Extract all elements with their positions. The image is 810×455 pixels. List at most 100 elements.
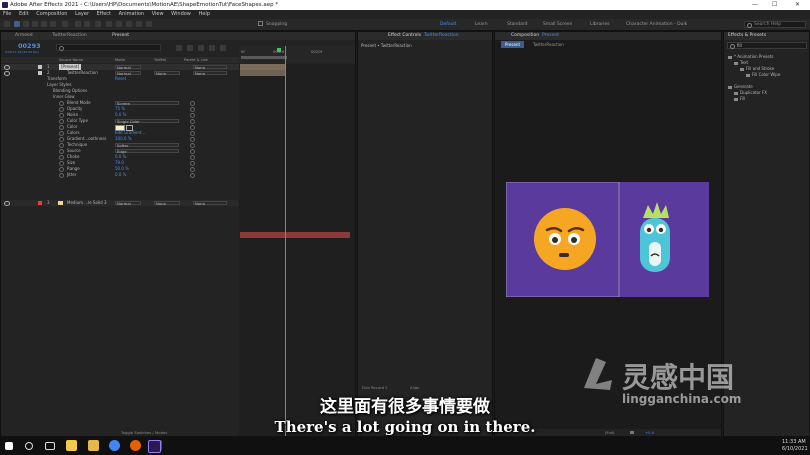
tab-twitterreaction[interactable]: TwitterReaction xyxy=(52,33,87,38)
eraser-tool-icon[interactable] xyxy=(126,21,132,27)
pickwhip-icon[interactable] xyxy=(190,124,195,130)
clone-stamp-tool-icon[interactable] xyxy=(116,21,122,27)
col-mode[interactable]: Mode xyxy=(115,57,125,63)
stopwatch-icon[interactable] xyxy=(59,118,64,124)
stopwatch-icon[interactable] xyxy=(59,136,64,142)
layer-trkmat-dropdown[interactable]: None xyxy=(154,71,180,76)
shy-icon[interactable] xyxy=(187,45,193,51)
layer-trkmat-dropdown[interactable]: None xyxy=(154,201,180,206)
effects-search-input[interactable]: fill xyxy=(727,42,807,49)
workspace-default[interactable]: Default xyxy=(440,20,456,29)
stopwatch-icon[interactable] xyxy=(59,166,64,172)
marker-icon[interactable] xyxy=(277,48,281,52)
col-source-name[interactable]: Source Name xyxy=(59,57,83,63)
stopwatch-icon[interactable] xyxy=(59,124,64,130)
stopwatch-icon[interactable] xyxy=(59,112,64,118)
layer-parent-dropdown[interactable]: None xyxy=(193,201,227,206)
pickwhip-icon[interactable] xyxy=(190,142,195,148)
search-icon[interactable] xyxy=(25,442,33,450)
menu-view[interactable]: View xyxy=(152,11,164,17)
type-tool-icon[interactable] xyxy=(95,21,101,27)
stopwatch-icon[interactable] xyxy=(59,100,64,106)
puppet-tool-icon[interactable] xyxy=(146,21,152,27)
effects-tree-item[interactable]: Fill xyxy=(734,96,745,102)
file-explorer-icon[interactable] xyxy=(66,440,77,451)
track-bar-3[interactable] xyxy=(240,232,350,238)
timeline-search-input[interactable] xyxy=(56,44,161,51)
stopwatch-icon[interactable] xyxy=(59,160,64,166)
menu-edit[interactable]: Edit xyxy=(19,11,29,17)
workspace-libraries[interactable]: Libraries xyxy=(590,20,609,29)
pickwhip-icon[interactable] xyxy=(190,172,195,178)
graph-editor-icon[interactable] xyxy=(220,45,226,51)
motion-blur-icon[interactable] xyxy=(209,45,215,51)
workspace-small-screen[interactable]: Small Screen xyxy=(543,20,572,29)
layer-mode-dropdown[interactable]: Normal xyxy=(115,65,141,70)
pickwhip-icon[interactable] xyxy=(190,118,195,124)
pickwhip-icon[interactable] xyxy=(190,106,195,112)
effects-tree-item[interactable]: Fill Color Wipe xyxy=(746,72,780,78)
visibility-eye-icon[interactable] xyxy=(4,71,10,76)
close-button[interactable]: ✕ xyxy=(795,0,800,10)
menu-help[interactable]: Help xyxy=(198,11,209,17)
roto-brush-tool-icon[interactable] xyxy=(136,21,142,27)
layer-parent-dropdown[interactable]: None xyxy=(193,65,227,70)
time-ruler[interactable]: 0f 0010f 0020f xyxy=(239,46,355,63)
current-time-indicator[interactable] xyxy=(285,46,286,436)
stopwatch-icon[interactable] xyxy=(59,154,64,160)
pickwhip-icon[interactable] xyxy=(190,148,195,154)
minimize-button[interactable]: — xyxy=(752,0,758,10)
col-trkmat[interactable]: TrkMat xyxy=(154,57,166,63)
search-help-box[interactable]: Search Help xyxy=(744,21,806,28)
clock-date[interactable]: 6/10/2021 xyxy=(782,446,808,452)
composition-tab[interactable]: Composition Present xyxy=(495,32,721,40)
layer-name[interactable]: TwitterReaction xyxy=(67,70,98,76)
workspace-standard[interactable]: Standard xyxy=(507,20,527,29)
workspace-character-animation[interactable]: Character Animation - Duik xyxy=(626,20,687,29)
stopwatch-icon[interactable] xyxy=(59,142,64,148)
task-view-icon[interactable] xyxy=(45,442,55,450)
selection-tool-icon[interactable] xyxy=(14,21,20,27)
pickwhip-icon[interactable] xyxy=(190,130,195,136)
pickwhip-icon[interactable] xyxy=(190,112,195,118)
rectangle-tool-icon[interactable] xyxy=(75,21,81,27)
property-dropdown[interactable]: Softer xyxy=(115,143,179,148)
explorer-icon[interactable] xyxy=(88,440,99,451)
frame-blend-icon[interactable] xyxy=(198,45,204,51)
work-area-bar[interactable] xyxy=(241,56,287,59)
menu-file[interactable]: File xyxy=(3,11,11,17)
track-bar-2[interactable] xyxy=(240,70,286,76)
camera-tool-icon[interactable] xyxy=(50,21,56,27)
layer-row-3[interactable]: 3 Medium ...le Solid 3 Normal None None xyxy=(1,200,239,206)
menu-composition[interactable]: Composition xyxy=(36,11,67,17)
tab-present[interactable]: Present xyxy=(112,33,129,38)
workspace-learn[interactable]: Learn xyxy=(475,20,488,29)
pickwhip-icon[interactable] xyxy=(190,100,195,106)
menu-window[interactable]: Window xyxy=(171,11,191,17)
pan-behind-tool-icon[interactable] xyxy=(62,21,68,27)
layer-name[interactable]: Medium ...le Solid 3 xyxy=(67,200,107,206)
pickwhip-icon[interactable] xyxy=(190,160,195,166)
clock-time[interactable]: 11:33 AM xyxy=(782,439,806,445)
property-dropdown[interactable]: Edge xyxy=(115,149,179,154)
property-value[interactable]: 0.0 % xyxy=(115,172,126,178)
pickwhip-icon[interactable] xyxy=(190,136,195,142)
pen-tool-icon[interactable] xyxy=(84,21,90,27)
hand-tool-icon[interactable] xyxy=(23,21,29,27)
align-label[interactable]: Align xyxy=(410,385,420,390)
track-area[interactable] xyxy=(239,46,355,436)
property-row[interactable]: Jitter 0.0 % xyxy=(1,172,239,178)
layer-mode-dropdown[interactable]: Normal xyxy=(115,71,141,76)
menu-effect[interactable]: Effect xyxy=(97,11,111,17)
menu-animation[interactable]: Animation xyxy=(119,11,145,17)
view-tab-present[interactable]: Present xyxy=(501,41,525,48)
visibility-eye-icon[interactable] xyxy=(4,201,10,206)
maximize-button[interactable]: ☐ xyxy=(772,0,777,10)
menu-layer[interactable]: Layer xyxy=(75,11,89,17)
col-parent[interactable]: Parent & Link xyxy=(184,57,208,63)
after-effects-icon[interactable] xyxy=(148,440,161,453)
windows-start-icon[interactable] xyxy=(5,442,13,450)
brush-tool-icon[interactable] xyxy=(106,21,112,27)
view-tab-twitterreaction[interactable]: TwitterReaction xyxy=(533,41,564,48)
property-dropdown[interactable]: Screen xyxy=(115,101,179,106)
